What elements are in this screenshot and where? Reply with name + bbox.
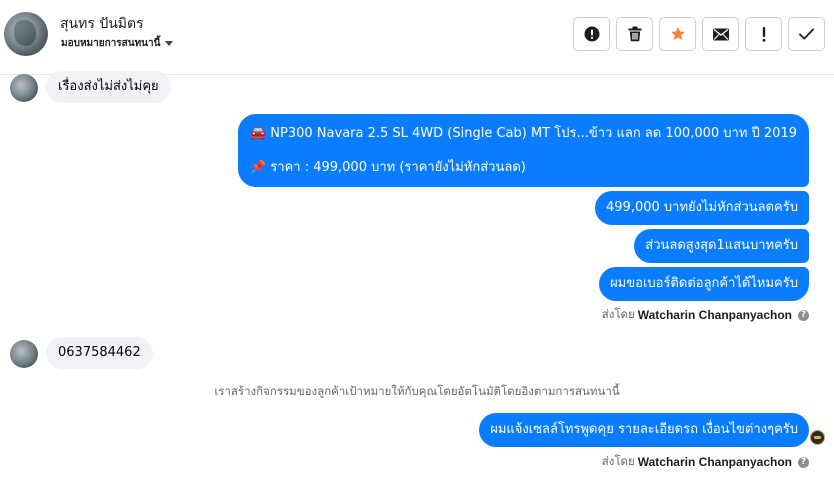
contact-avatar[interactable] xyxy=(4,12,48,56)
trash-icon xyxy=(628,26,641,42)
check-icon xyxy=(799,28,814,40)
pushpin-emoji-icon: 📌 xyxy=(249,160,267,175)
mark-spam-button[interactable] xyxy=(573,17,610,51)
sent-by-label: ส่งโดย Watcharin Chanpanyachon ? xyxy=(602,306,809,324)
assign-conversation-dropdown[interactable]: มอบหมายการสนทนานี้ xyxy=(61,36,174,51)
outgoing-message-listing[interactable]: 🚘 NP300 Navara 2.5 SL 4WD (Single Cab) M… xyxy=(237,114,809,187)
incoming-message[interactable]: เรื่องส่งไม่ส่งไม่คุย xyxy=(46,71,171,103)
car-emoji-icon: 🚘 xyxy=(249,126,267,141)
mark-done-button[interactable] xyxy=(788,17,825,51)
mark-unread-button[interactable] xyxy=(702,17,739,51)
contact-name[interactable]: สุนทร ปันมิตร xyxy=(60,13,144,35)
assign-label: มอบหมายการสนทนานี้ xyxy=(61,38,161,49)
outgoing-message[interactable]: 499,000 บาทยังไม่หักส่วนลดครับ xyxy=(595,191,809,225)
star-button[interactable] xyxy=(659,17,696,51)
sender-name: Watcharin Chanpanyachon xyxy=(637,308,792,322)
listing-price: ราคา : 499,000 บาท (ราคายังไม่หักส่วนลด) xyxy=(270,160,526,175)
follow-up-button[interactable] xyxy=(745,17,782,51)
envelope-icon xyxy=(712,28,729,40)
incoming-message[interactable]: 0637584462 xyxy=(46,337,153,369)
sender-avatar xyxy=(810,430,825,445)
listing-title: NP300 Navara 2.5 SL 4WD (Single Cab) MT … xyxy=(270,126,797,141)
sent-by-prefix: ส่งโดย xyxy=(601,454,635,468)
contact-avatar-small[interactable] xyxy=(10,74,38,102)
listing-title-line: 🚘 NP300 Navara 2.5 SL 4WD (Single Cab) M… xyxy=(250,124,797,144)
caret-down-icon xyxy=(165,41,174,46)
header-actions xyxy=(573,17,825,51)
outgoing-message[interactable]: ผมแจ้งเซลล์โทรพูดคุย รายละเอียดรถ เงื่อน… xyxy=(479,413,809,447)
outgoing-message[interactable]: ผมขอเบอร์ติดต่อลูกค้าได้ไหมครับ xyxy=(599,267,809,301)
listing-price-line: 📌 ราคา : 499,000 บาท (ราคายังไม่หักส่วนล… xyxy=(250,158,797,178)
system-note: เราสร้างกิจกรรมของลูกค้าเป้าหมายให้กับคุ… xyxy=(214,384,620,398)
sender-name: Watcharin Chanpanyachon xyxy=(637,455,792,469)
alert-circle-icon xyxy=(584,26,599,42)
outgoing-message[interactable]: ส่วนลดสูงสุด1แสนบาทครับ xyxy=(634,229,809,263)
exclamation-icon xyxy=(762,26,765,42)
sent-by-label: ส่งโดย Watcharin Chanpanyachon ? xyxy=(602,453,809,471)
help-icon[interactable]: ? xyxy=(798,309,809,321)
star-icon xyxy=(670,27,685,40)
contact-avatar-small[interactable] xyxy=(10,340,38,368)
help-icon[interactable]: ? xyxy=(798,456,809,468)
delete-button[interactable] xyxy=(616,17,653,51)
conversation-header: สุนทร ปันมิตร มอบหมายการสนทนานี้ xyxy=(0,0,834,75)
sent-by-prefix: ส่งโดย xyxy=(601,307,635,321)
